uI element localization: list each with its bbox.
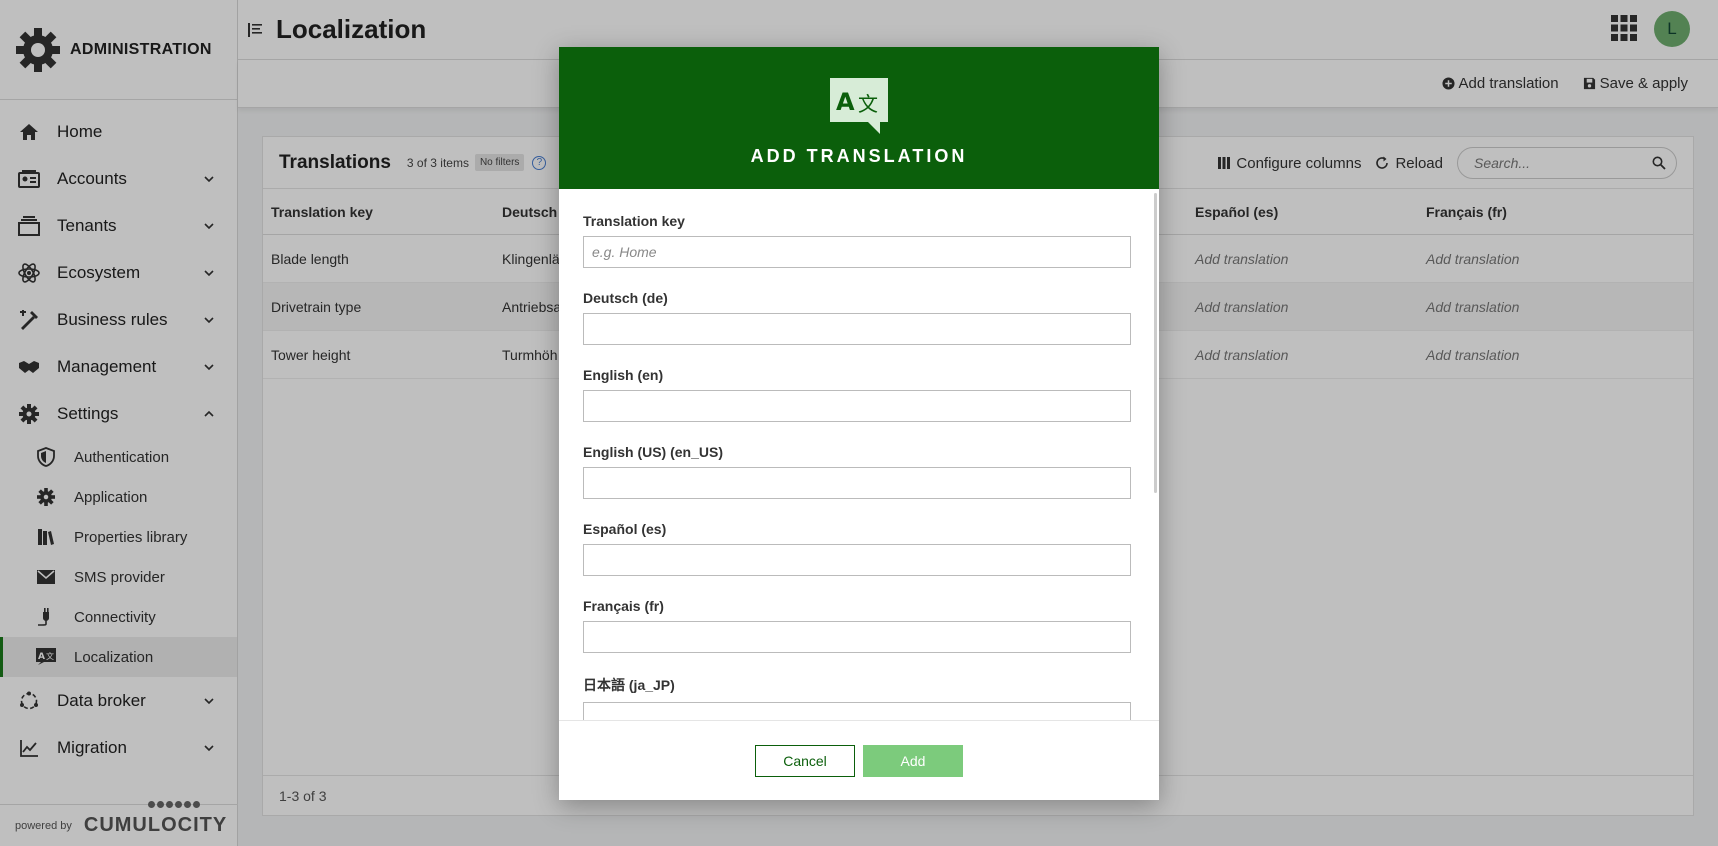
field-label: English (en) [583, 367, 664, 383]
deutsch-input[interactable] [583, 313, 1131, 345]
modal-title: ADD TRANSLATION [750, 145, 968, 166]
japanese-input[interactable] [583, 702, 1131, 720]
cancel-button[interactable]: Cancel [755, 744, 855, 777]
field-label: 日本語 (ja_JP) [583, 677, 675, 693]
add-translation-modal: A 文 ADD TRANSLATION Translation key Deut… [559, 47, 1159, 800]
translate-icon: A 文 [830, 77, 888, 134]
translation-key-input[interactable] [583, 236, 1131, 268]
deutsch-field: Deutsch (de) [583, 290, 1131, 345]
modal-header: A 文 ADD TRANSLATION [559, 47, 1159, 189]
field-label: Français (fr) [583, 598, 664, 614]
english-us-input[interactable] [583, 467, 1131, 499]
add-button[interactable]: Add [863, 744, 963, 777]
svg-text:A: A [836, 88, 855, 116]
field-label: Deutsch (de) [583, 290, 668, 306]
english-us-field: English (US) (en_US) [583, 444, 1131, 499]
modal-body: Translation key Deutsch (de) English (en… [559, 189, 1159, 720]
modal-scrollbar[interactable] [1154, 193, 1157, 493]
field-label: Español (es) [583, 521, 667, 537]
espanol-field: Español (es) [583, 521, 1131, 576]
translation-key-field: Translation key [583, 213, 1131, 268]
svg-text:文: 文 [858, 92, 878, 116]
english-field: English (en) [583, 367, 1131, 422]
field-label: English (US) (en_US) [583, 444, 724, 460]
english-input[interactable] [583, 390, 1131, 422]
field-label: Translation key [583, 213, 685, 229]
francais-input[interactable] [583, 621, 1131, 653]
francais-field: Français (fr) [583, 598, 1131, 653]
japanese-field: 日本語 (ja_JP) [583, 675, 1131, 720]
modal-footer: Cancel Add [559, 720, 1159, 800]
espanol-input[interactable] [583, 544, 1131, 576]
